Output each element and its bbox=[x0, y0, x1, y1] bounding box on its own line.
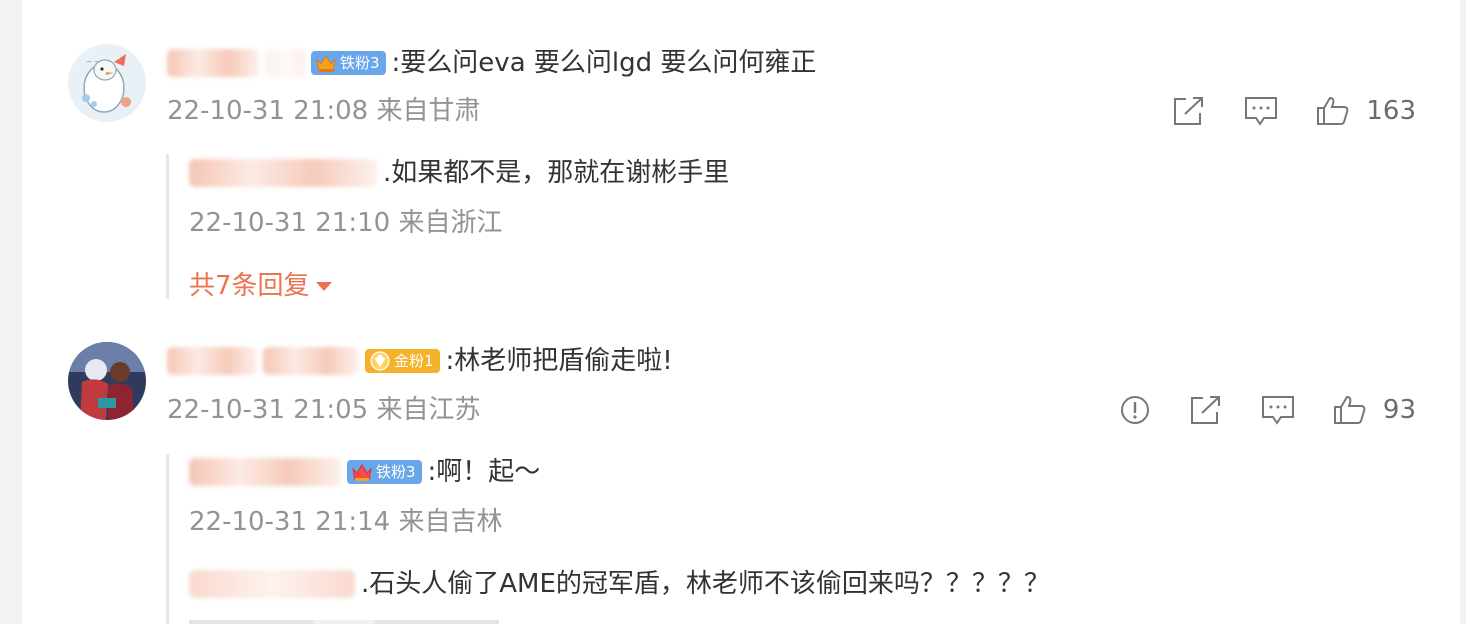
fan-badge[interactable]: 铁粉3 bbox=[347, 460, 428, 484]
comment-actions: 93 bbox=[1081, 390, 1416, 430]
comment-header: 金粉1 :林老师把盾偷走啦! bbox=[167, 344, 673, 378]
like-button[interactable]: 163 bbox=[1316, 95, 1416, 127]
like-icon bbox=[1333, 394, 1367, 426]
badge-label: 金粉1 bbox=[394, 352, 434, 370]
share-button[interactable] bbox=[1189, 394, 1223, 426]
share-icon bbox=[1189, 394, 1223, 426]
username-blurred[interactable] bbox=[265, 49, 305, 77]
comment-header: 铁粉3 :要么问eva 要么问lgd 要么问何雍正 bbox=[167, 46, 816, 80]
caret-down-icon bbox=[315, 281, 332, 291]
username-blurred[interactable] bbox=[263, 347, 359, 375]
badge-label: 铁粉3 bbox=[376, 463, 416, 481]
reply-text: .如果都不是，那就在谢彬手里 bbox=[383, 158, 730, 188]
report-button[interactable] bbox=[1119, 394, 1151, 426]
reply-divider bbox=[166, 454, 169, 624]
reply-divider bbox=[166, 154, 169, 299]
svg-text:~ ~: ~ ~ bbox=[86, 58, 100, 66]
comment-text: :林老师把盾偷走啦! bbox=[445, 346, 673, 376]
avatar[interactable] bbox=[68, 342, 146, 420]
like-icon bbox=[1316, 95, 1350, 127]
username-blurred[interactable] bbox=[167, 347, 257, 375]
username-blurred[interactable] bbox=[189, 458, 341, 486]
report-icon bbox=[1119, 394, 1151, 426]
comment-actions: 163 bbox=[1134, 91, 1416, 131]
comment-icon bbox=[1244, 95, 1278, 127]
badge-label: 铁粉3 bbox=[340, 54, 380, 72]
crown-icon bbox=[351, 461, 373, 483]
reply-text: .石头人偷了AME的冠军盾，林老师不该偷回来吗？？？？？ bbox=[361, 569, 1050, 599]
comment-button[interactable] bbox=[1261, 394, 1295, 426]
reply-header: .如果都不是，那就在谢彬手里 bbox=[189, 156, 729, 190]
reply-time: 22-10-31 21:14 来自吉林 bbox=[189, 507, 503, 537]
comment-button[interactable] bbox=[1244, 95, 1278, 127]
reply-time-cut bbox=[189, 614, 519, 624]
more-replies-label: 共7条回复 bbox=[189, 271, 310, 301]
comment-icon bbox=[1261, 394, 1295, 426]
reply-text: :啊！起～ bbox=[427, 457, 541, 487]
share-button[interactable] bbox=[1172, 95, 1206, 127]
like-count: 93 bbox=[1382, 395, 1416, 425]
avatar[interactable]: ~ ~ bbox=[68, 44, 146, 122]
reply-header: .石头人偷了AME的冠军盾，林老师不该偷回来吗？？？？？ bbox=[189, 567, 1050, 601]
comment-text: :要么问eva 要么问lgd 要么问何雍正 bbox=[391, 48, 817, 78]
like-count: 163 bbox=[1366, 96, 1416, 126]
more-replies-link[interactable]: 共7条回复 bbox=[189, 269, 332, 303]
crown-icon bbox=[315, 52, 337, 74]
share-icon bbox=[1172, 95, 1206, 127]
reply-time: 22-10-31 21:10 来自浙江 bbox=[189, 208, 503, 238]
username-blurred[interactable] bbox=[167, 49, 259, 77]
reply-header: 铁粉3 :啊！起～ bbox=[189, 455, 540, 489]
comment-panel: ~ ~ 铁粉3 :要么问eva 要么问lgd 要么问何雍正 22-10-31 2… bbox=[22, 0, 1460, 624]
username-blurred[interactable] bbox=[189, 570, 355, 598]
comment-time: 22-10-31 21:08 来自甘肃 bbox=[167, 96, 481, 126]
fan-badge[interactable]: 铁粉3 bbox=[311, 51, 392, 75]
diamond-icon bbox=[369, 350, 391, 372]
username-blurred[interactable] bbox=[189, 159, 377, 187]
like-button[interactable]: 93 bbox=[1333, 394, 1416, 426]
fan-badge[interactable]: 金粉1 bbox=[365, 349, 446, 373]
comment-time: 22-10-31 21:05 来自江苏 bbox=[167, 395, 481, 425]
